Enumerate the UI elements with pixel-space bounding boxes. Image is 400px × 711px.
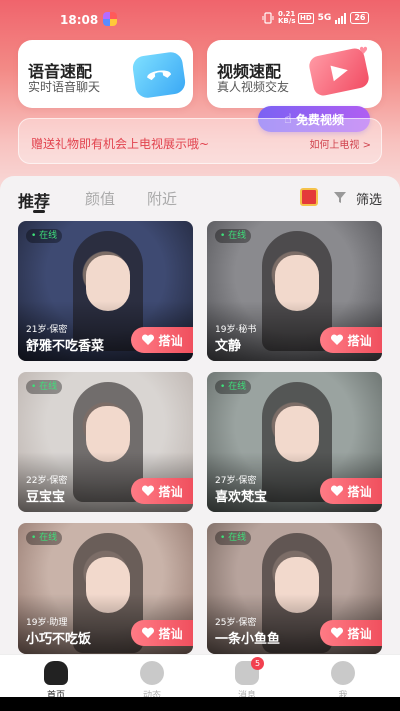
home-icon [44,661,68,685]
video-match-subtitle: 真人视频交友 [217,80,290,94]
chat-up-label: 搭讪 [347,484,372,499]
status-indicators: 0.21 KB/s HD 5G 26 [262,11,370,25]
chat-up-button[interactable]: 搭讪 [320,478,382,504]
signal-icon [335,12,347,24]
online-badge: • 在线 [215,531,252,545]
status-bar: 18:08 0.21 KB/s HD 5G 26 [0,0,400,38]
banner-text: 赠送礼物即有机会上电视展示哦~ [31,137,210,151]
heart-icon [331,627,344,638]
online-badge: • 在线 [26,380,63,394]
tab-recommend[interactable]: 推荐 [18,188,50,212]
user-meta: 19岁·助理 [26,618,68,628]
user-name: 豆宝宝 [26,490,66,505]
compass-icon [140,661,164,685]
net-speed: 0.21 KB/s [278,11,296,25]
battery-icon: 26 [350,12,370,24]
user-meta: 21岁·保密 [26,325,68,335]
user-name: 一条小鱼鱼 [215,632,281,647]
online-badge: • 在线 [215,380,252,394]
chat-up-button[interactable]: 搭讪 [320,620,382,646]
video-match-card[interactable]: 视频速配 真人视频交友 ♥ [207,40,382,108]
heart-icon [331,334,344,345]
nav-messages[interactable]: 5 消息 [217,657,277,701]
net-speed-unit: KB/s [278,17,296,25]
online-badge: • 在线 [215,229,252,243]
status-time: 18:08 [60,13,99,27]
tv-promo-banner[interactable]: 赠送礼物即有机会上电视展示哦~ 如何上电视 > [18,118,382,164]
chat-up-button[interactable]: 搭讪 [131,327,193,353]
vibrate-icon [262,12,274,24]
how-to-tv-link[interactable]: 如何上电视 > [309,136,371,151]
nav-moments[interactable]: 动态 [122,661,182,701]
network-type: 5G [317,13,332,23]
nav-profile[interactable]: 我 [313,661,373,701]
heart-icon [142,485,155,496]
active-tab-indicator [33,210,45,213]
voice-match-subtitle: 实时语音聊天 [28,80,101,94]
chat-up-button[interactable]: 搭讪 [131,478,193,504]
red-packet-icon[interactable] [300,188,318,206]
user-card[interactable]: • 在线 21岁·保密舒雅不吃香菜 搭讪 [18,221,193,361]
user-card[interactable]: • 在线 22岁·保密豆宝宝 搭讪 [18,372,193,512]
message-icon: 5 [235,657,264,685]
filter-icon[interactable] [333,190,347,204]
heart-icon [142,627,155,638]
chat-up-label: 搭讪 [158,626,183,641]
user-card[interactable]: • 在线 27岁·保密喜欢梵宝 搭讪 [207,372,382,512]
heart-icon [142,334,155,345]
nav-home[interactable]: 首页 [26,661,86,701]
user-name: 喜欢梵宝 [215,490,268,505]
user-name: 舒雅不吃香菜 [26,339,105,354]
hd-badge: HD [298,12,314,24]
user-card[interactable]: • 在线 19岁·助理小巧不吃饭 搭讪 [18,523,193,654]
online-badge: • 在线 [26,229,63,243]
chat-up-button[interactable]: 搭讪 [131,620,193,646]
app-notification-icon [103,12,117,26]
user-card[interactable]: • 在线 19岁·秘书文静 搭讪 [207,221,382,361]
phone-icon [131,50,187,100]
heart-icon [331,485,344,496]
user-meta: 19岁·秘书 [215,325,257,335]
chat-up-label: 搭讪 [158,484,183,499]
sparkle-icon: ♥ [359,46,368,57]
tab-looks[interactable]: 颜值 [85,188,115,209]
user-meta: 25岁·保密 [215,618,257,628]
system-gesture-bar [0,697,400,711]
user-card[interactable]: • 在线 25岁·保密一条小鱼鱼 搭讪 [207,523,382,654]
online-badge: • 在线 [26,531,63,545]
voice-match-card[interactable]: 语音速配 实时语音聊天 [18,40,193,108]
chat-up-label: 搭讪 [347,333,372,348]
profile-icon [331,661,355,685]
tab-nearby[interactable]: 附近 [147,188,177,209]
user-name: 小巧不吃饭 [26,632,92,647]
message-count-badge: 5 [251,657,264,670]
user-meta: 27岁·保密 [215,476,257,486]
chat-up-label: 搭讪 [347,626,372,641]
user-meta: 22岁·保密 [26,476,68,486]
chat-up-label: 搭讪 [158,333,183,348]
filter-label[interactable]: 筛选 [356,189,382,208]
chat-up-button[interactable]: 搭讪 [320,327,382,353]
user-name: 文静 [215,339,242,354]
